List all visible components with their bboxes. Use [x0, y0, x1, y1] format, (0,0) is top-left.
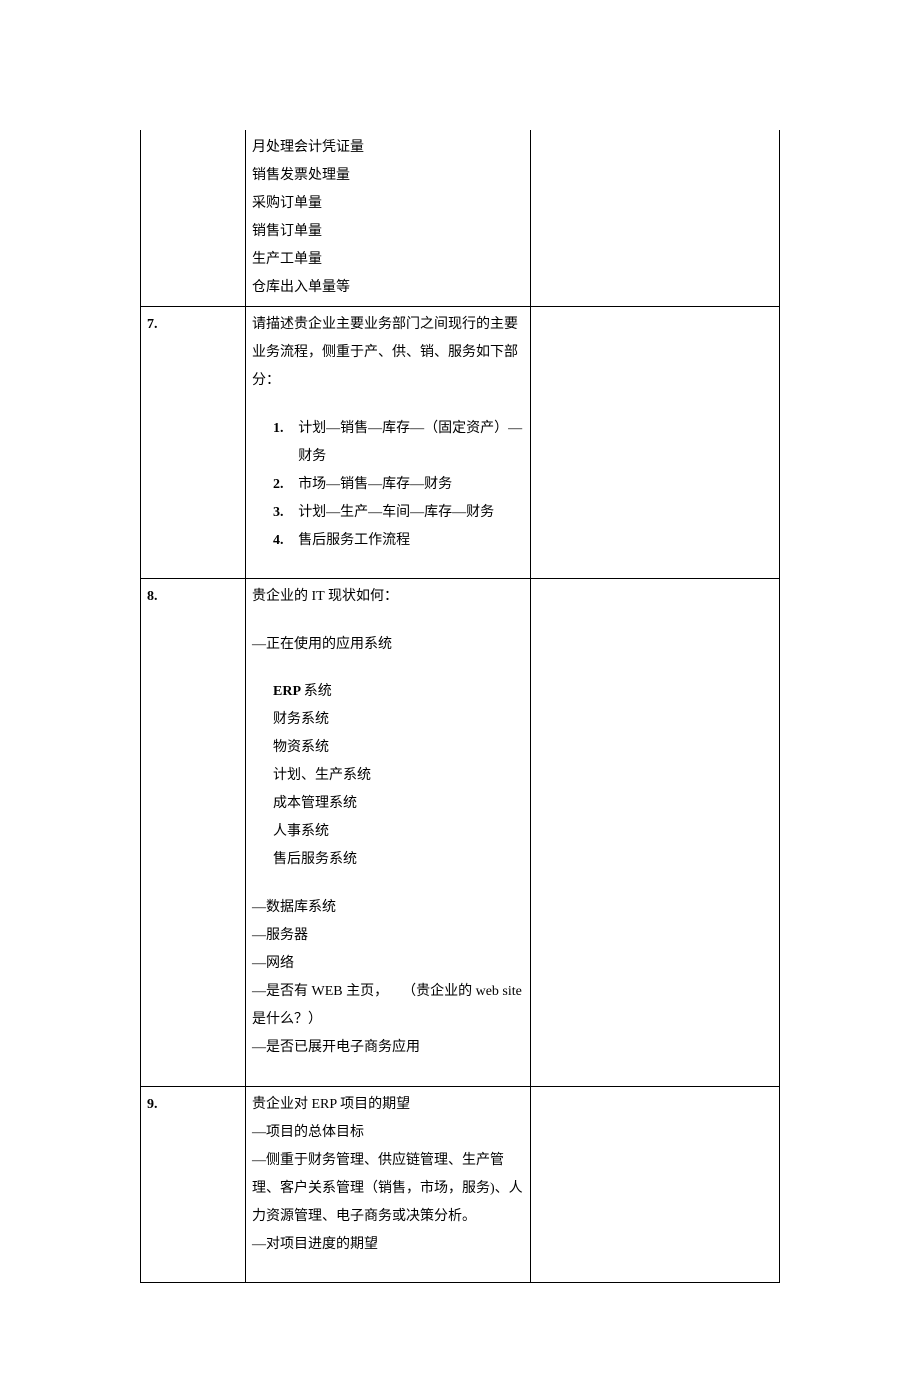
row-number: 8.	[141, 579, 246, 1086]
row-answer	[531, 1086, 780, 1283]
row-answer	[531, 307, 780, 579]
text-line: 采购订单量	[252, 190, 524, 218]
text-line: ERP 系统	[252, 678, 524, 706]
text-line: 销售订单量	[252, 218, 524, 246]
spacer	[252, 1259, 524, 1279]
row-number	[141, 130, 246, 307]
text-line: 成本管理系统	[252, 790, 524, 818]
spacer	[252, 874, 524, 894]
row-number: 7.	[141, 307, 246, 579]
text-line: 生产工单量	[252, 246, 524, 274]
numbered-item: 4.售后服务工作流程	[252, 527, 524, 555]
table-row: 7.请描述贵企业主要业务部门之间现行的主要业务流程，侧重于产、供、销、服务如下部…	[141, 307, 780, 579]
text-line: —数据库系统	[252, 894, 524, 922]
text-line: —是否有 WEB 主页， （贵企业的 web site 是什么？）	[252, 978, 524, 1034]
row-description: 贵企业的 IT 现状如何： —正在使用的应用系统 ERP 系统财务系统物资系统计划、…	[246, 579, 531, 1086]
item-text: 计划—生产—车间—库存—财务	[298, 499, 494, 527]
text-line: 计划、生产系统	[252, 762, 524, 790]
item-number: 4.	[273, 527, 298, 555]
text-line: —正在使用的应用系统	[252, 631, 524, 659]
text-line: 销售发票处理量	[252, 162, 524, 190]
item-number: 3.	[273, 499, 298, 527]
item-text: 市场—销售—库存—财务	[298, 471, 452, 499]
text-line: 售后服务系统	[252, 846, 524, 874]
item-number: 1.	[273, 415, 298, 443]
text-line: —侧重于财务管理、供应链管理、生产管理、客户关系管理（销售，市场，服务)、人力资…	[252, 1147, 524, 1231]
spacer	[252, 611, 524, 631]
item-text: 计划—销售—库存—（固定资产）—财务	[298, 415, 524, 471]
text-line: —对项目进度的期望	[252, 1231, 524, 1259]
numbered-item: 3.计划—生产—车间—库存—财务	[252, 499, 524, 527]
text-line: 物资系统	[252, 734, 524, 762]
row-description: 贵企业对 ERP 项目的期望—项目的总体目标—侧重于财务管理、供应链管理、生产管…	[246, 1086, 531, 1283]
spacer	[252, 395, 524, 415]
item-number: 2.	[273, 471, 298, 499]
row-number: 9.	[141, 1086, 246, 1283]
text-line: —是否已展开电子商务应用	[252, 1034, 524, 1062]
text-line: 贵企业的 IT 现状如何：	[252, 583, 524, 611]
table-row: 9.贵企业对 ERP 项目的期望—项目的总体目标—侧重于财务管理、供应链管理、生…	[141, 1086, 780, 1283]
numbered-item: 2.市场—销售—库存—财务	[252, 471, 524, 499]
item-text: 售后服务工作流程	[298, 527, 410, 555]
table-row: 8.贵企业的 IT 现状如何： —正在使用的应用系统 ERP 系统财务系统物资系统计…	[141, 579, 780, 1086]
questionnaire-table: 月处理会计凭证量销售发票处理量采购订单量销售订单量生产工单量仓库出入单量等7.请…	[140, 130, 780, 1283]
text-line: 财务系统	[252, 706, 524, 734]
spacer	[252, 659, 524, 679]
text-line: 仓库出入单量等	[252, 274, 524, 302]
text-line: 人事系统	[252, 818, 524, 846]
row-answer	[531, 130, 780, 307]
row-description: 月处理会计凭证量销售发票处理量采购订单量销售订单量生产工单量仓库出入单量等	[246, 130, 531, 307]
numbered-item: 1.计划—销售—库存—（固定资产）—财务	[252, 415, 524, 471]
text-line: 月处理会计凭证量	[252, 134, 524, 162]
text-line: 请描述贵企业主要业务部门之间现行的主要业务流程，侧重于产、供、销、服务如下部分：	[252, 311, 524, 395]
text-line: —网络	[252, 950, 524, 978]
row-description: 请描述贵企业主要业务部门之间现行的主要业务流程，侧重于产、供、销、服务如下部分：…	[246, 307, 531, 579]
table-row: 月处理会计凭证量销售发票处理量采购订单量销售订单量生产工单量仓库出入单量等	[141, 130, 780, 307]
text-line: 贵企业对 ERP 项目的期望	[252, 1091, 524, 1119]
spacer	[252, 1062, 524, 1082]
text-line: —服务器	[252, 922, 524, 950]
spacer	[252, 555, 524, 575]
text-line: —项目的总体目标	[252, 1119, 524, 1147]
row-answer	[531, 579, 780, 1086]
